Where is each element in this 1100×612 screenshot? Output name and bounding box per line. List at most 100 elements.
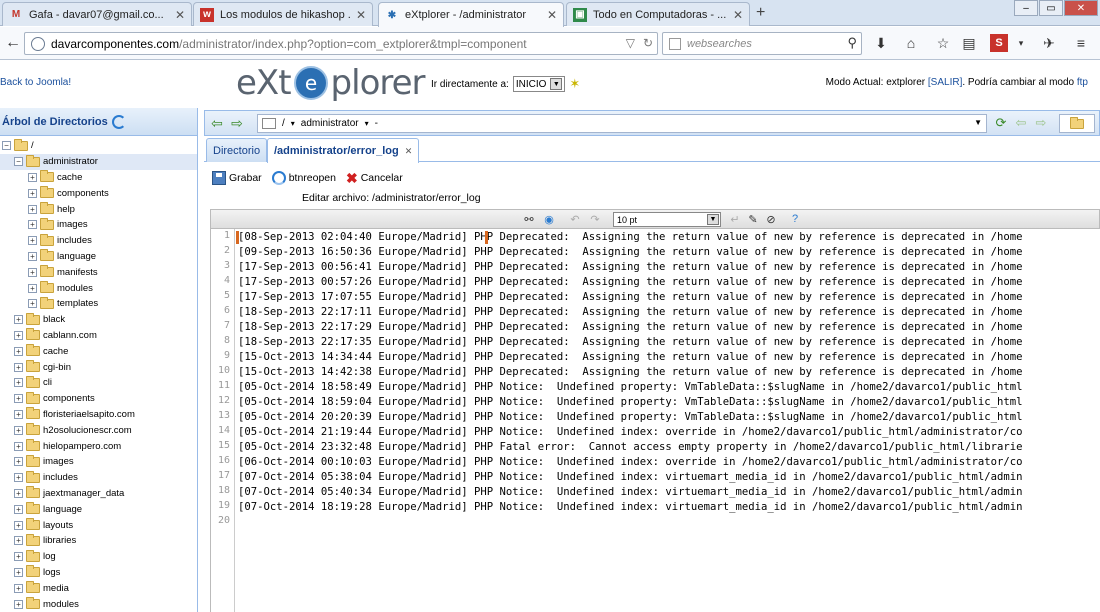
code-editor[interactable]: 1 2 3 4 5 6 7 8 9 10 11 12 13 14 15 16 17 18 19 20 [08-Sep-… bbox=[210, 229, 1100, 612]
tree-node[interactable]: + cablann.com bbox=[0, 328, 197, 344]
binoculars-icon[interactable]: ⚯ bbox=[521, 212, 537, 226]
reopen-button[interactable]: btnreopen bbox=[271, 171, 336, 185]
bookmarks-list-icon[interactable]: ▤ bbox=[960, 34, 978, 52]
code-line[interactable]: [08-Sep-2013 02:04:40 Europe/Madrid] PHP… bbox=[238, 230, 1023, 245]
code-line[interactable]: [15-Oct-2013 14:42:38 Europe/Madrid] PHP… bbox=[238, 365, 1023, 380]
search-icon[interactable]: ⚲ bbox=[847, 35, 857, 51]
code-line[interactable]: [15-Oct-2013 14:34:44 Europe/Madrid] PHP… bbox=[238, 350, 1023, 365]
reload-icon[interactable]: ⟳ bbox=[993, 115, 1009, 131]
tree-node[interactable]: + manifests bbox=[0, 264, 197, 280]
ftp-mode-link[interactable]: ftp bbox=[1077, 77, 1088, 88]
expand-icon[interactable]: + bbox=[14, 536, 23, 546]
tree-node[interactable]: + jaextmanager_data bbox=[0, 486, 197, 502]
code-line[interactable]: [05-Oct-2014 21:19:44 Europe/Madrid] PHP… bbox=[238, 425, 1023, 440]
redo-icon[interactable]: ↷ bbox=[587, 212, 603, 226]
close-icon[interactable]: ✕ bbox=[547, 8, 557, 22]
maximize-icon[interactable]: ▭ bbox=[1039, 0, 1063, 16]
tree-node[interactable]: + black bbox=[0, 312, 197, 328]
wrap-icon[interactable]: ↵ bbox=[727, 212, 743, 226]
code-line[interactable]: [17-Sep-2013 00:56:41 Europe/Madrid] PHP… bbox=[238, 260, 1023, 275]
undo-icon[interactable]: ↶ bbox=[567, 212, 583, 226]
expand-icon[interactable]: + bbox=[14, 520, 23, 530]
expand-icon[interactable]: + bbox=[28, 188, 37, 198]
tree-node[interactable]: + cache bbox=[0, 343, 197, 359]
code-line[interactable]: [07-Oct-2014 18:19:28 Europe/Madrid] PHP… bbox=[238, 500, 1023, 515]
code-line[interactable]: [18-Sep-2013 22:17:11 Europe/Madrid] PHP… bbox=[238, 305, 1023, 320]
tree-node[interactable]: + language bbox=[0, 501, 197, 517]
tree-node[interactable]: + images bbox=[0, 217, 197, 233]
code-line[interactable]: [05-Oct-2014 23:32:48 Europe/Madrid] PHP… bbox=[238, 440, 1023, 455]
path-combo[interactable]: / ▾ administrator ▾ - ▼ bbox=[257, 114, 987, 133]
code-line[interactable]: [07-Oct-2014 05:40:34 Europe/Madrid] PHP… bbox=[238, 485, 1023, 500]
expand-icon[interactable]: + bbox=[14, 504, 23, 514]
tab-error-log[interactable]: /administrator/error_log ✕ bbox=[267, 138, 420, 163]
expand-icon[interactable]: + bbox=[14, 552, 23, 562]
tree-node[interactable]: + hielopampero.com bbox=[0, 438, 197, 454]
forward-arrow-icon[interactable]: ⇨ bbox=[1033, 115, 1049, 131]
tree-node[interactable]: + language bbox=[0, 249, 197, 265]
back-arrow-icon[interactable]: ⇦ bbox=[1013, 115, 1029, 131]
expand-icon[interactable]: + bbox=[14, 457, 23, 467]
tab-directory[interactable]: Directorio bbox=[206, 138, 268, 162]
collapse-icon[interactable]: − bbox=[2, 141, 11, 151]
collapse-icon[interactable]: − bbox=[14, 157, 23, 167]
download-icon[interactable]: ⬇ bbox=[872, 34, 890, 52]
tree-node[interactable]: + includes bbox=[0, 470, 197, 486]
dropdown-arrow-icon[interactable]: ▽ bbox=[626, 36, 635, 50]
close-icon[interactable]: ✕ bbox=[405, 146, 413, 157]
menu-icon[interactable]: ≡ bbox=[1072, 34, 1090, 52]
bookmark-star-icon[interactable]: ☆ bbox=[934, 34, 952, 52]
expand-icon[interactable]: + bbox=[14, 394, 23, 404]
expand-icon[interactable]: + bbox=[14, 315, 23, 325]
tree-node[interactable]: + libraries bbox=[0, 533, 197, 549]
font-size-select[interactable]: 10 pt ▼ bbox=[613, 212, 721, 227]
expand-icon[interactable]: + bbox=[14, 409, 23, 419]
url-bar[interactable]: davarcomponentes.com/administrator/index… bbox=[24, 32, 658, 55]
chevron-down-icon[interactable]: ▼ bbox=[974, 118, 982, 127]
code-line[interactable]: [17-Sep-2013 00:57:26 Europe/Madrid] PHP… bbox=[238, 275, 1023, 290]
chevron-down-icon[interactable]: ▾ bbox=[365, 119, 369, 128]
back-to-joomla-link[interactable]: Back to Joomla! bbox=[0, 77, 71, 88]
back-arrow-icon[interactable]: ← bbox=[3, 33, 23, 53]
expand-icon[interactable]: + bbox=[14, 362, 23, 372]
browser-tab-hikashop[interactable]: w Los modulos de hikashop ... ✕ bbox=[193, 2, 373, 26]
logout-link[interactable]: [SALIR] bbox=[928, 77, 962, 88]
expand-icon[interactable]: + bbox=[28, 283, 37, 293]
expand-icon[interactable]: + bbox=[14, 599, 23, 609]
save-button[interactable]: Grabar bbox=[212, 171, 262, 185]
tree-node[interactable]: + logs bbox=[0, 565, 197, 581]
tree-node-root[interactable]: − / bbox=[0, 138, 197, 154]
chevron-down-icon[interactable]: ▾ bbox=[291, 119, 295, 128]
tree-node[interactable]: + images bbox=[0, 454, 197, 470]
tree-node[interactable]: + layouts bbox=[0, 517, 197, 533]
code-line[interactable]: [09-Sep-2013 16:50:36 Europe/Madrid] PHP… bbox=[238, 245, 1023, 260]
code-line[interactable]: [05-Oct-2014 18:58:49 Europe/Madrid] PHP… bbox=[238, 380, 1023, 395]
code-line[interactable]: [06-Oct-2014 00:10:03 Europe/Madrid] PHP… bbox=[238, 455, 1023, 470]
expand-icon[interactable]: + bbox=[28, 220, 37, 230]
expand-icon[interactable]: + bbox=[14, 330, 23, 340]
expand-icon[interactable]: + bbox=[28, 204, 37, 214]
home-icon[interactable]: ⌂ bbox=[902, 34, 920, 52]
tree-node[interactable]: + cgi-bin bbox=[0, 359, 197, 375]
highlight-icon[interactable]: ✎ bbox=[745, 212, 761, 226]
expand-icon[interactable]: + bbox=[14, 473, 23, 483]
favorite-star-icon[interactable]: ✶ bbox=[569, 76, 580, 92]
forward-arrow-icon[interactable]: ⇨ bbox=[229, 115, 245, 131]
tree-node[interactable]: + log bbox=[0, 549, 197, 565]
close-icon[interactable]: ✕ bbox=[733, 8, 743, 22]
tree-node[interactable]: + cli bbox=[0, 375, 197, 391]
addon-icon[interactable]: ✈ bbox=[1040, 34, 1058, 52]
close-icon[interactable]: ✕ bbox=[356, 8, 366, 22]
tree-node[interactable]: + includes bbox=[0, 233, 197, 249]
search-input[interactable]: websearches ⚲ bbox=[662, 32, 862, 55]
tree-node[interactable]: + components bbox=[0, 391, 197, 407]
tree-node[interactable]: + modules bbox=[0, 596, 197, 612]
close-icon[interactable]: ✕ bbox=[175, 8, 185, 22]
code-line[interactable]: [18-Sep-2013 22:17:35 Europe/Madrid] PHP… bbox=[238, 335, 1023, 350]
expand-icon[interactable]: + bbox=[14, 441, 23, 451]
expand-icon[interactable]: + bbox=[28, 172, 37, 182]
browser-tab-computadoras[interactable]: ▣ Todo en Computadoras - ... ✕ bbox=[566, 2, 750, 26]
cancel-button[interactable]: ✖ Cancelar bbox=[346, 170, 403, 187]
tree-node[interactable]: + cache bbox=[0, 170, 197, 186]
goto-icon[interactable]: ◉ bbox=[541, 212, 557, 226]
